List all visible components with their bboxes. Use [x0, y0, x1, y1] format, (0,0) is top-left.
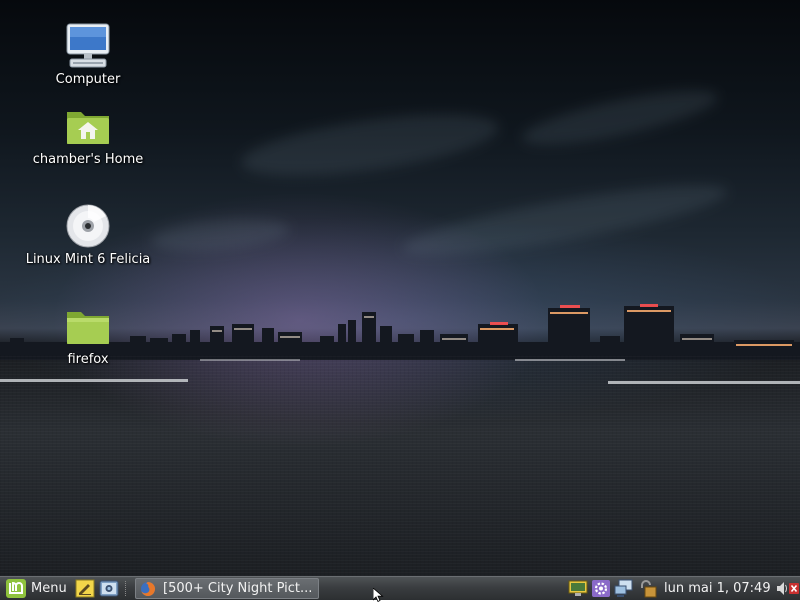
screenshot-icon[interactable] [99, 579, 119, 598]
desktop-icon-firefox-folder[interactable]: firefox [0, 302, 176, 367]
menu-label: Menu [31, 581, 67, 596]
desktop-icon-label: chamber's Home [32, 152, 144, 167]
desktop-icon-computer[interactable]: Computer [0, 22, 176, 87]
desktop-icon-linux-mint-cd[interactable]: Linux Mint 6 Felicia [0, 202, 176, 267]
panel-clock[interactable]: lun mai 1, 07:49 [664, 577, 771, 600]
volume-icon[interactable] [776, 579, 788, 598]
desktop-icon-label: Computer [55, 72, 121, 87]
taskbar-button-firefox[interactable]: [500+ City Night Pict... [135, 578, 319, 599]
firefox-icon [141, 581, 156, 596]
computer-icon [66, 23, 110, 68]
network-icon[interactable] [614, 579, 634, 598]
road-marking [200, 359, 300, 361]
road-marking [515, 359, 625, 361]
road-marking [608, 381, 800, 384]
menu-button[interactable]: Menu [3, 578, 70, 599]
desktop-icon-label: firefox [67, 352, 109, 367]
display-icon[interactable] [568, 579, 588, 598]
home-folder-icon [67, 112, 109, 144]
settings-gear-icon[interactable] [591, 579, 611, 598]
desktop-icon-label: Linux Mint 6 Felicia [25, 252, 151, 267]
logout-icon[interactable] [788, 579, 800, 598]
bottom-panel: Menu [500+ City Night Pict... lun mai 1,… [0, 576, 800, 600]
desktop-icon-home[interactable]: chamber's Home [0, 102, 176, 167]
panel-separator [125, 581, 128, 596]
text-editor-icon[interactable] [75, 579, 95, 598]
folder-icon [67, 312, 109, 344]
cd-disc-icon [66, 204, 110, 248]
road-marking [0, 379, 188, 382]
linux-mint-logo-icon [6, 579, 26, 598]
taskbar-button-label: [500+ City Night Pict... [163, 581, 313, 596]
lock-icon[interactable] [637, 579, 657, 598]
